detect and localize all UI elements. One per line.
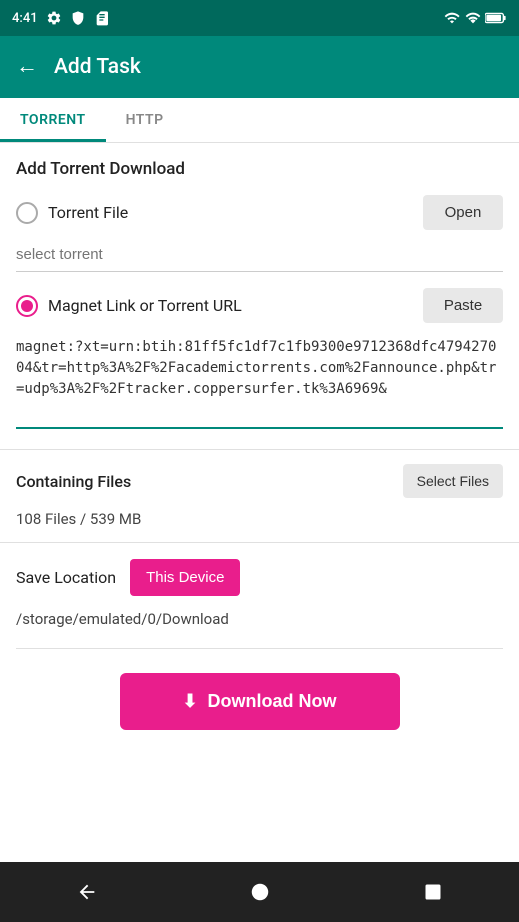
status-right <box>443 10 507 26</box>
wifi-icon <box>443 10 461 26</box>
download-now-button[interactable]: ⬇ Download Now <box>120 673 400 730</box>
magnet-link-row: Magnet Link or Torrent URL Paste <box>16 288 503 323</box>
tabs-bar: TORRENT HTTP <box>0 98 519 143</box>
torrent-file-input[interactable] <box>16 238 503 272</box>
nav-recent-icon <box>423 882 443 902</box>
magnet-link-radio[interactable] <box>16 295 38 317</box>
battery-icon <box>485 11 507 25</box>
torrent-file-label: Torrent File <box>48 203 128 222</box>
select-files-button[interactable]: Select Files <box>403 464 503 498</box>
tab-http[interactable]: HTTP <box>106 98 184 142</box>
nav-recent-button[interactable] <box>419 878 447 906</box>
section-title: Add Torrent Download <box>16 159 503 179</box>
paste-button[interactable]: Paste <box>423 288 503 323</box>
nav-back-icon <box>76 881 98 903</box>
this-device-button[interactable]: This Device <box>130 559 240 596</box>
download-icon: ⬇ <box>182 691 197 712</box>
save-location-row: Save Location This Device <box>16 543 503 604</box>
toolbar-title: Add Task <box>54 55 141 79</box>
shield-icon <box>70 10 86 26</box>
magnet-text-input[interactable]: magnet:?xt=urn:btih:81ff5fc1df7c1fb9300e… <box>16 331 503 429</box>
torrent-file-radio-group[interactable]: Torrent File <box>16 202 128 224</box>
save-location-label: Save Location <box>16 568 116 587</box>
nav-back-button[interactable] <box>73 878 101 906</box>
status-bar: 4:41 <box>0 0 519 36</box>
files-count: 108 Files / 539 MB <box>16 506 503 542</box>
files-row: Containing Files Select Files <box>16 450 503 506</box>
torrent-file-radio[interactable] <box>16 202 38 224</box>
download-label: Download Now <box>208 691 337 712</box>
nav-home-button[interactable] <box>246 878 274 906</box>
bottom-nav <box>0 862 519 922</box>
settings-icon <box>46 10 62 26</box>
download-btn-wrap: ⬇ Download Now <box>16 649 503 730</box>
time-label: 4:41 <box>12 11 38 26</box>
tab-torrent[interactable]: TORRENT <box>0 98 106 142</box>
storage-path: /storage/emulated/0/Download <box>16 604 503 649</box>
signal-icon <box>465 10 481 26</box>
files-label: Containing Files <box>16 472 131 491</box>
toolbar: ← Add Task <box>0 36 519 98</box>
back-button[interactable]: ← <box>16 56 38 78</box>
sim-icon <box>94 10 110 26</box>
open-button[interactable]: Open <box>423 195 503 230</box>
nav-home-icon <box>249 881 271 903</box>
torrent-file-row: Torrent File Open <box>16 195 503 230</box>
magnet-link-label: Magnet Link or Torrent URL <box>48 296 242 315</box>
magnet-radio-group[interactable]: Magnet Link or Torrent URL <box>16 295 242 317</box>
content-area: Add Torrent Download Torrent File Open M… <box>0 143 519 730</box>
status-left: 4:41 <box>12 10 110 26</box>
